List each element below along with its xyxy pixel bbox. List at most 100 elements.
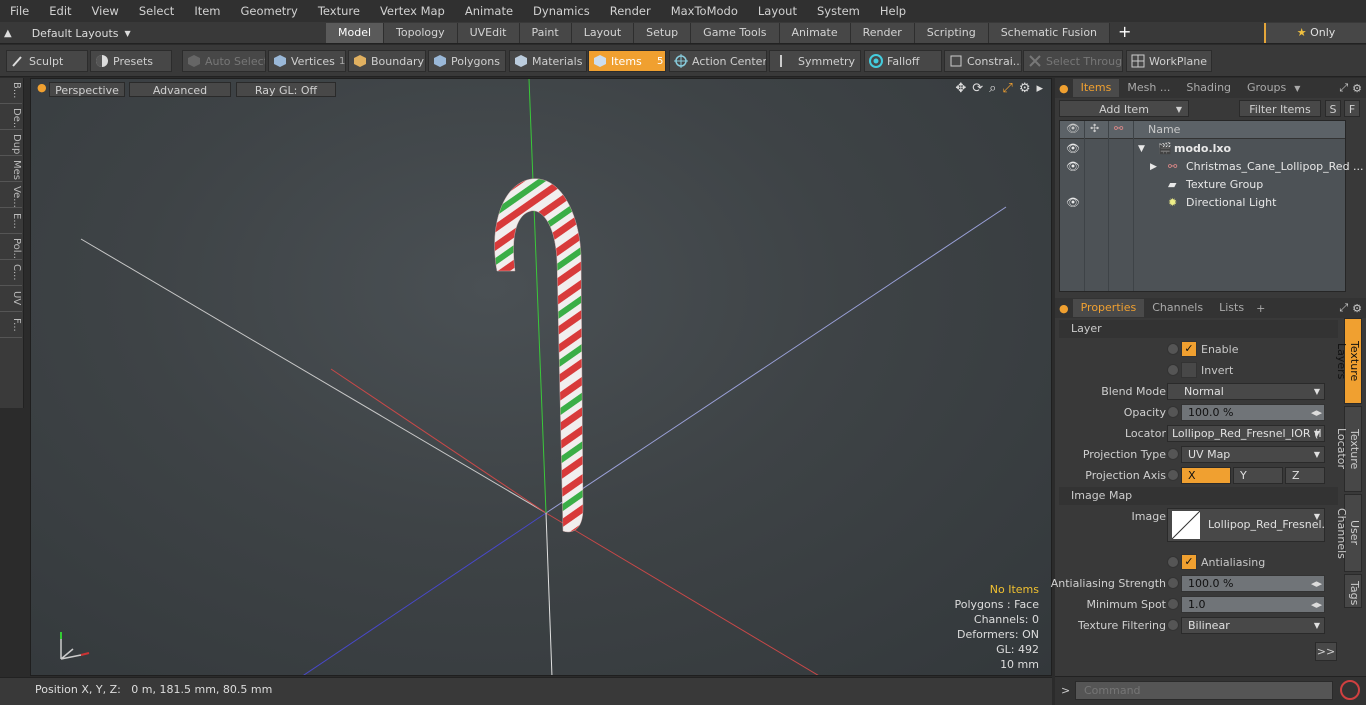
slider-arrows-icon[interactable]: ◂▸ bbox=[1311, 576, 1322, 591]
opacity-knob[interactable] bbox=[1167, 406, 1179, 418]
axis-z-button[interactable]: Z bbox=[1285, 467, 1325, 484]
name-column-header[interactable]: Name bbox=[1148, 123, 1180, 136]
tab-animate[interactable]: Animate bbox=[779, 23, 851, 43]
list-item-mesh[interactable]: 👁 ▶ ⚯ Christmas_Cane_Lollipop_Red ... bbox=[1060, 158, 1364, 176]
list-item-texture-group[interactable]: ▰ Texture Group bbox=[1060, 176, 1345, 194]
tab-items[interactable]: Items bbox=[1072, 79, 1120, 97]
left-tab-polygon[interactable]: Pol... bbox=[0, 234, 22, 260]
texture-filtering-select[interactable]: Bilinear ▼ bbox=[1181, 617, 1325, 634]
constraints-button[interactable]: Constrai... bbox=[944, 50, 1022, 72]
filter-items-input[interactable]: Filter Items bbox=[1239, 100, 1321, 117]
expand-right-icon[interactable]: ▶ bbox=[1150, 158, 1157, 176]
select-through-button[interactable]: Select Through bbox=[1023, 50, 1123, 72]
boundary-button[interactable]: Boundary bbox=[348, 50, 426, 72]
slider-arrows-icon[interactable]: ◂▸ bbox=[1311, 405, 1322, 420]
left-tab-mesh[interactable]: Mes... bbox=[0, 156, 22, 182]
image-map-section-header[interactable]: Image Map bbox=[1059, 487, 1338, 505]
command-input[interactable] bbox=[1075, 681, 1333, 700]
menu-layout[interactable]: Layout bbox=[748, 0, 807, 22]
raygl-button[interactable]: Ray GL: Off bbox=[236, 82, 336, 97]
enable-checkbox[interactable]: ✓ bbox=[1181, 341, 1197, 357]
materials-button[interactable]: Materials bbox=[509, 50, 587, 72]
layer-section-header[interactable]: Layer bbox=[1059, 320, 1338, 338]
axis-x-button[interactable]: X bbox=[1181, 467, 1231, 484]
tab-topology[interactable]: Topology bbox=[384, 23, 458, 43]
rotate-view-icon[interactable]: ⟳ bbox=[972, 81, 983, 96]
menu-view[interactable]: View bbox=[82, 0, 129, 22]
tab-render[interactable]: Render bbox=[850, 23, 915, 43]
perspective-button[interactable]: Perspective bbox=[49, 82, 125, 97]
texture-filtering-knob[interactable] bbox=[1167, 619, 1179, 631]
add-tab-icon[interactable]: + bbox=[1252, 302, 1269, 315]
tab-groups[interactable]: Groups bbox=[1239, 79, 1294, 97]
minimum-spot-input[interactable]: 1.0 ◂▸ bbox=[1181, 596, 1325, 613]
menu-maxtomodo[interactable]: MaxToModo bbox=[661, 0, 748, 22]
presets-button[interactable]: Presets bbox=[90, 50, 172, 72]
tab-paint[interactable]: Paint bbox=[519, 23, 572, 43]
workplane-button[interactable]: WorkPlane bbox=[1126, 50, 1212, 72]
s-button[interactable]: S bbox=[1325, 100, 1341, 117]
projection-axis-knob[interactable] bbox=[1167, 469, 1179, 481]
image-select[interactable]: Lollipop_Red_Fresnel... ▼ bbox=[1167, 508, 1325, 542]
tab-setup[interactable]: Setup bbox=[634, 23, 692, 43]
maximize-icon[interactable]: ⤢ bbox=[1002, 81, 1012, 96]
panel-gear-icon[interactable]: ⚙ bbox=[1348, 82, 1366, 95]
more-button[interactable]: >> bbox=[1315, 642, 1337, 661]
add-item-button[interactable]: Add Item ▼ bbox=[1059, 100, 1189, 117]
falloff-button[interactable]: Falloff bbox=[864, 50, 942, 72]
menu-vertex-map[interactable]: Vertex Map bbox=[370, 0, 455, 22]
tab-uvedit[interactable]: UVEdit bbox=[457, 23, 520, 43]
tab-dropdown-icon[interactable]: ▼ bbox=[1294, 84, 1300, 93]
tab-tags[interactable]: Tags bbox=[1344, 574, 1362, 608]
invert-checkbox[interactable] bbox=[1181, 362, 1197, 378]
eye-icon[interactable]: 👁 bbox=[1066, 194, 1080, 212]
blend-mode-select[interactable]: Normal ▼ bbox=[1167, 383, 1325, 400]
tab-schematic-fusion[interactable]: Schematic Fusion bbox=[988, 23, 1111, 43]
antialiasing-checkbox[interactable]: ✓ bbox=[1181, 554, 1197, 570]
advanced-button[interactable]: Advanced bbox=[129, 82, 231, 97]
left-tab-fusion[interactable]: F... bbox=[0, 312, 22, 338]
left-tab-deform[interactable]: De... bbox=[0, 104, 22, 130]
opacity-input[interactable]: 100.0 % ◂▸ bbox=[1181, 404, 1325, 421]
tab-texture-layers[interactable]: Texture Layers bbox=[1335, 318, 1362, 404]
enable-knob[interactable] bbox=[1167, 343, 1179, 355]
left-tab-curve[interactable]: C... bbox=[0, 260, 22, 286]
left-tab-uv[interactable]: UV bbox=[0, 286, 22, 312]
panel-expand-icon[interactable]: ⤢ bbox=[1339, 81, 1348, 95]
tab-channels[interactable]: Channels bbox=[1144, 299, 1211, 317]
vertices-button[interactable]: Vertices 1 bbox=[268, 50, 346, 72]
eye-icon[interactable]: 👁 bbox=[1066, 140, 1080, 158]
list-item-scene[interactable]: 👁 ▼ 🎬 modo.lxo bbox=[1060, 140, 1345, 158]
add-tab-icon[interactable]: + bbox=[1110, 23, 1139, 43]
left-tab-basic[interactable]: B... bbox=[0, 78, 22, 104]
sculpt-button[interactable]: Sculpt bbox=[6, 50, 88, 72]
aa-strength-knob[interactable] bbox=[1167, 577, 1179, 589]
tab-model[interactable]: Model bbox=[326, 23, 385, 43]
tab-lists[interactable]: Lists bbox=[1211, 299, 1252, 317]
tab-texture-locator[interactable]: Texture Locator bbox=[1335, 406, 1362, 492]
slider-arrows-icon[interactable]: ◂▸ bbox=[1311, 597, 1322, 612]
move-view-icon[interactable]: ✥ bbox=[955, 81, 966, 96]
tab-shading[interactable]: Shading bbox=[1178, 79, 1239, 97]
menu-edit[interactable]: Edit bbox=[39, 0, 81, 22]
menu-item[interactable]: Item bbox=[184, 0, 230, 22]
panel-gear-icon[interactable]: ⚙ bbox=[1348, 302, 1366, 315]
play-icon[interactable]: ▸ bbox=[1036, 81, 1043, 96]
invert-knob[interactable] bbox=[1167, 364, 1179, 376]
3d-viewport[interactable]: ● Perspective Advanced Ray GL: Off ✥ ⟳ ⌕… bbox=[30, 78, 1052, 676]
menu-geometry[interactable]: Geometry bbox=[231, 0, 308, 22]
tab-properties[interactable]: Properties bbox=[1072, 299, 1145, 317]
action-center-button[interactable]: Action Center bbox=[669, 50, 767, 72]
tab-user-channels[interactable]: User Channels bbox=[1335, 494, 1362, 572]
projection-type-knob[interactable] bbox=[1167, 448, 1179, 460]
menu-system[interactable]: System bbox=[807, 0, 870, 22]
tab-mesh[interactable]: Mesh ... bbox=[1119, 79, 1178, 97]
left-tab-vertex[interactable]: Ve... bbox=[0, 182, 22, 208]
menu-texture[interactable]: Texture bbox=[308, 0, 370, 22]
menu-help[interactable]: Help bbox=[870, 0, 916, 22]
menu-animate[interactable]: Animate bbox=[455, 0, 523, 22]
menu-file[interactable]: File bbox=[0, 0, 39, 22]
only-button[interactable]: ★ Only bbox=[1264, 23, 1366, 43]
left-tab-edge[interactable]: E... bbox=[0, 208, 22, 234]
collapse-arrow-icon[interactable]: ▲ bbox=[4, 28, 12, 39]
